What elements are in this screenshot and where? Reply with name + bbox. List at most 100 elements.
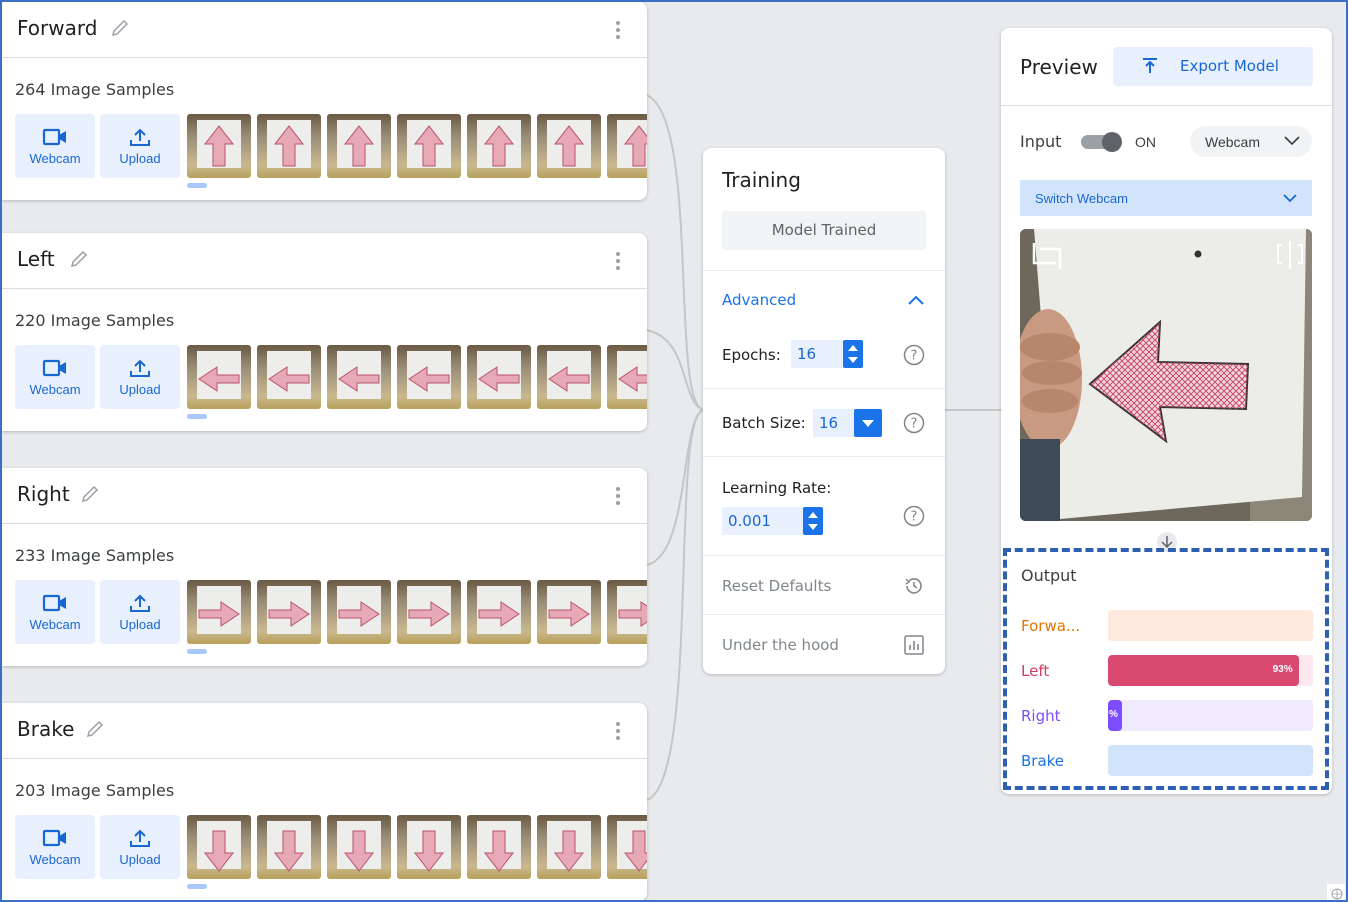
edit-pencil-icon[interactable] [110, 18, 130, 38]
class-name[interactable]: Brake [17, 717, 74, 741]
sample-thumbnail[interactable] [397, 114, 461, 178]
sample-thumbnail[interactable] [537, 345, 601, 409]
epochs-label: Epochs: [722, 346, 781, 364]
sample-thumbnail[interactable] [397, 815, 461, 879]
export-model-button[interactable]: Export Model [1113, 47, 1313, 86]
learning-rate-input[interactable]: 0.001 [722, 507, 804, 535]
upload-icon [130, 359, 150, 377]
sample-thumbnail[interactable] [187, 580, 251, 644]
sample-thumbnail[interactable] [187, 114, 251, 178]
sample-thumbnail[interactable] [397, 580, 461, 644]
sample-thumbnail[interactable] [257, 114, 321, 178]
svg-text:?: ? [911, 417, 918, 432]
svg-text:?: ? [911, 349, 918, 364]
chevron-up-icon[interactable] [906, 293, 926, 307]
input-label: Input [1020, 132, 1062, 151]
class-name[interactable]: Right [17, 482, 70, 506]
help-icon[interactable]: ? [903, 505, 925, 527]
edit-pencil-icon[interactable] [80, 484, 100, 504]
more-options-icon[interactable] [615, 486, 621, 506]
sample-thumbnail[interactable] [187, 345, 251, 409]
input-toggle[interactable] [1081, 132, 1122, 152]
sample-thumbnail[interactable] [257, 345, 321, 409]
sample-thumbnail[interactable] [467, 580, 531, 644]
sample-thumbnail[interactable] [257, 815, 321, 879]
sample-thumbnail[interactable] [537, 114, 601, 178]
globe-icon [1327, 884, 1345, 900]
class-name[interactable]: Forward [17, 16, 97, 40]
output-class-label: Brake [1021, 752, 1065, 770]
output-panel: Output Forwa... Left 93% Right% Brake [1003, 548, 1329, 790]
upload-button[interactable]: Upload [100, 345, 180, 409]
sample-thumbnail[interactable] [327, 580, 391, 644]
sample-thumbnail[interactable] [187, 815, 251, 879]
confidence-percent: % [1109, 709, 1118, 720]
output-class-label: Forwa... [1021, 617, 1081, 635]
sample-thumbnail[interactable] [607, 815, 647, 879]
sample-thumbnail[interactable] [537, 815, 601, 879]
under-the-hood-button[interactable]: Under the hood [722, 636, 839, 654]
thumbnail-scrollbar[interactable] [187, 183, 207, 188]
webcam-button[interactable]: Webcam [15, 580, 95, 644]
thumbnail-scrollbar[interactable] [187, 649, 207, 654]
confidence-bar: 93% [1108, 655, 1313, 686]
edit-pencil-icon[interactable] [85, 719, 105, 739]
video-camera-icon [42, 594, 66, 612]
webcam-button[interactable]: Webcam [15, 815, 95, 879]
class-card: Right 233 Image Samples Webcam Upload [2, 468, 647, 666]
upload-icon [130, 594, 150, 612]
epochs-stepper[interactable] [843, 340, 863, 368]
sample-thumbnail[interactable] [397, 345, 461, 409]
webcam-label: Webcam [29, 617, 81, 632]
advanced-toggle[interactable]: Advanced [722, 291, 796, 309]
sample-thumbnail[interactable] [327, 114, 391, 178]
sample-thumbnail[interactable] [257, 580, 321, 644]
switch-webcam-label: Switch Webcam [1035, 191, 1128, 206]
output-class-label: Left [1021, 662, 1050, 680]
upload-icon [130, 128, 150, 146]
more-options-icon[interactable] [615, 721, 621, 741]
upload-icon [130, 829, 150, 847]
sample-thumbnail[interactable] [327, 815, 391, 879]
sample-thumbnail[interactable] [467, 114, 531, 178]
learning-rate-label: Learning Rate: [722, 479, 832, 497]
sample-thumbnail[interactable] [537, 580, 601, 644]
batch-size-dropdown[interactable] [854, 409, 882, 437]
sample-thumbnail[interactable] [607, 114, 647, 178]
video-camera-icon [42, 829, 66, 847]
upload-label: Upload [119, 382, 161, 397]
webcam-button[interactable]: Webcam [15, 345, 95, 409]
class-name[interactable]: Left [17, 247, 55, 271]
sample-thumbnails [187, 580, 647, 644]
confidence-fill: 93% [1108, 655, 1299, 686]
help-icon[interactable]: ? [903, 412, 925, 434]
sample-thumbnail[interactable] [607, 580, 647, 644]
webcam-button[interactable]: Webcam [15, 114, 95, 178]
history-icon[interactable] [903, 575, 925, 597]
sample-thumbnail[interactable] [467, 345, 531, 409]
learning-rate-stepper[interactable] [803, 507, 823, 535]
thumbnail-scrollbar[interactable] [187, 414, 207, 419]
help-icon[interactable]: ? [903, 344, 925, 366]
sample-thumbnails [187, 815, 647, 879]
switch-webcam-select[interactable]: Switch Webcam [1020, 180, 1312, 216]
more-options-icon[interactable] [615, 20, 621, 40]
sample-thumbnail[interactable] [327, 345, 391, 409]
upload-button[interactable]: Upload [100, 114, 180, 178]
upload-button[interactable]: Upload [100, 815, 180, 879]
training-panel: Training Model Trained Advanced Epochs: … [703, 148, 945, 674]
thumbnail-scrollbar[interactable] [187, 884, 207, 889]
epochs-input[interactable]: 16 [791, 340, 843, 368]
batch-size-select[interactable]: 16 [813, 409, 855, 437]
reset-defaults-button[interactable]: Reset Defaults [722, 577, 831, 595]
sample-thumbnail[interactable] [467, 815, 531, 879]
train-model-button[interactable]: Model Trained [722, 211, 926, 250]
webcam-label: Webcam [29, 852, 81, 867]
bar-chart-icon[interactable] [903, 634, 925, 656]
sample-thumbnail[interactable] [607, 345, 647, 409]
upload-button[interactable]: Upload [100, 580, 180, 644]
more-options-icon[interactable] [615, 251, 621, 271]
sample-count: 264 Image Samples [15, 80, 175, 99]
edit-pencil-icon[interactable] [69, 249, 89, 269]
input-source-select[interactable]: Webcam [1190, 126, 1312, 157]
